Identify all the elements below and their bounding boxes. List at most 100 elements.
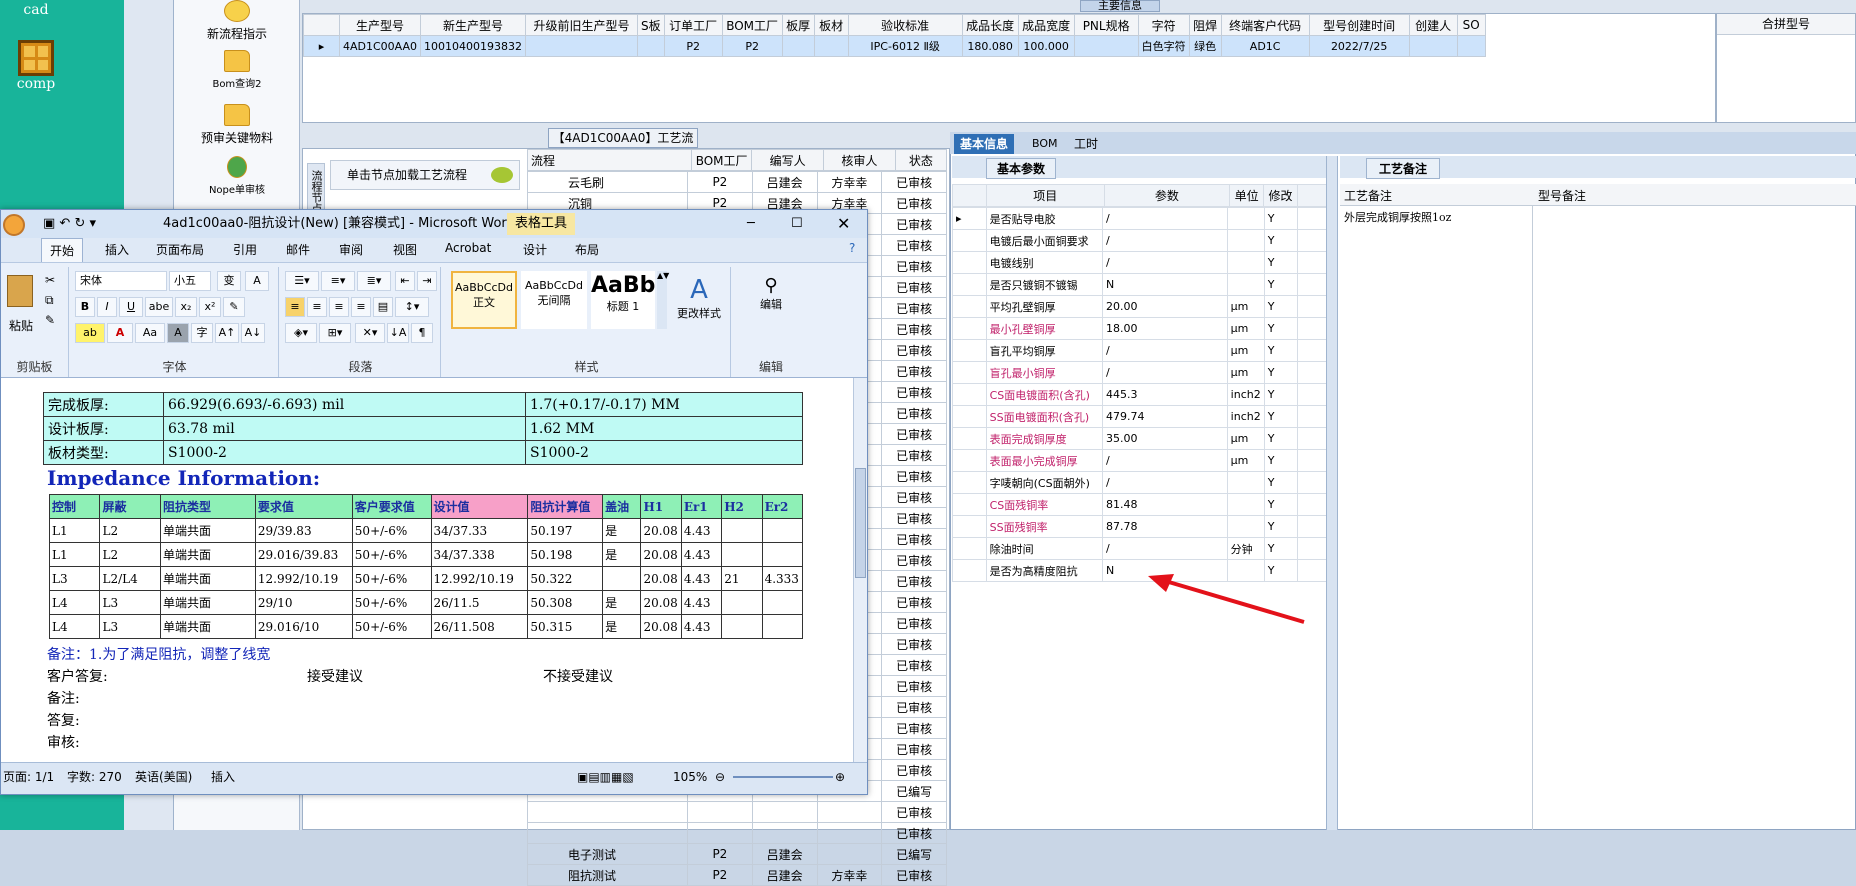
cell[interactable]: [721, 590, 763, 615]
tree-row[interactable]: 已审核: [527, 822, 947, 844]
param-mod[interactable]: Y: [1263, 339, 1299, 362]
param-value[interactable]: N: [1102, 273, 1228, 296]
col-header[interactable]: 型号创建时间: [1308, 14, 1410, 36]
cell[interactable]: P2: [687, 171, 753, 193]
col-header[interactable]: 设计值: [430, 494, 529, 519]
cell[interactable]: 绿色: [1188, 35, 1222, 57]
status-cell[interactable]: 已审核: [881, 465, 947, 487]
save-icon[interactable]: ▣ ↶ ↻ ▾: [43, 210, 96, 238]
copy-icon[interactable]: ⧉: [45, 293, 54, 308]
cell[interactable]: 1.7(+0.17/-0.17) MM: [525, 392, 803, 417]
char-border-icon[interactable]: A: [245, 271, 269, 291]
status-cell[interactable]: 已审核: [881, 486, 947, 508]
tab-home[interactable]: 开始: [41, 238, 84, 262]
superscript-icon[interactable]: x²: [199, 297, 221, 317]
cell[interactable]: 66.929(6.693/-6.693) mil: [163, 392, 526, 417]
bullets-icon[interactable]: ☰▾: [285, 271, 319, 291]
col-header[interactable]: 控制: [48, 494, 101, 519]
param-value[interactable]: /: [1102, 339, 1228, 362]
col-header[interactable]: 板材: [813, 14, 849, 36]
format-painter-icon[interactable]: ✎: [45, 313, 55, 327]
param-row[interactable]: ▸ 是否贴导电胶 / Y: [952, 207, 1328, 230]
cell[interactable]: AD1C: [1220, 35, 1310, 57]
status-cell[interactable]: 已审核: [881, 633, 947, 655]
param-mod[interactable]: Y: [1263, 471, 1299, 494]
cell[interactable]: L3: [99, 590, 162, 615]
cell[interactable]: P2: [663, 35, 723, 57]
subscript-icon[interactable]: x₂: [175, 297, 197, 317]
param-row[interactable]: CS面残铜率 81.48 Y: [952, 493, 1328, 516]
edit-button[interactable]: ⚲ 编辑: [751, 275, 791, 312]
col-header[interactable]: 终端客户代码: [1220, 14, 1310, 36]
col-header[interactable]: 验收标准: [847, 14, 963, 36]
desktop-icon-cad[interactable]: cad: [14, 2, 58, 18]
multilevel-icon[interactable]: ≣▾: [357, 271, 391, 291]
col-header[interactable]: 修改: [1263, 184, 1299, 207]
office-button-icon[interactable]: [3, 214, 25, 236]
param-row[interactable]: 电镀线别 / Y: [952, 251, 1328, 274]
param-value[interactable]: 81.48: [1102, 493, 1228, 516]
col-header[interactable]: 型号备注: [1538, 187, 1586, 204]
impedance-row[interactable]: L4 L3 单端共面 29.016/10 50+/-6% 26/11.508 50.315 是…: [48, 614, 804, 639]
cell[interactable]: [637, 35, 665, 57]
cell[interactable]: 50+/-6%: [351, 542, 432, 567]
maximize-icon[interactable]: ☐: [791, 210, 803, 238]
param-value[interactable]: 87.78: [1102, 515, 1228, 538]
cell[interactable]: 50.315: [527, 614, 604, 639]
param-row[interactable]: 平均孔壁铜厚 20.00 μm Y: [952, 295, 1328, 318]
cell[interactable]: L4: [48, 590, 101, 615]
font-size-select[interactable]: 小五: [169, 271, 211, 291]
col-header[interactable]: 单位: [1229, 184, 1265, 207]
zoom-level[interactable]: 105%: [673, 763, 707, 791]
cell[interactable]: 设计板厚:: [43, 416, 164, 441]
param-unit[interactable]: [1226, 515, 1265, 538]
cell[interactable]: [781, 35, 815, 57]
cell[interactable]: 单端共面: [160, 614, 256, 639]
param-item[interactable]: 字唛朝向(CS面朝外): [985, 471, 1104, 494]
col-header[interactable]: 成品长度: [961, 14, 1019, 36]
status-cell[interactable]: 已审核: [881, 738, 947, 760]
status-cell[interactable]: 已审核: [881, 675, 947, 697]
tab-basic-info[interactable]: 基本信息: [954, 134, 1015, 154]
param-item[interactable]: SS面电镀面积(含孔): [985, 405, 1104, 428]
param-mod[interactable]: Y: [1263, 207, 1299, 230]
cell[interactable]: S1000-2: [525, 440, 803, 465]
cell[interactable]: 26/11.5: [430, 590, 529, 615]
reject-label[interactable]: 不接受建议: [543, 666, 613, 686]
param-value[interactable]: 18.00: [1102, 317, 1228, 340]
param-row[interactable]: SS面残铜率 87.78 Y: [952, 515, 1328, 538]
status-cell[interactable]: 已审核: [881, 822, 947, 844]
change-styles-button[interactable]: A 更改样式: [671, 275, 727, 321]
col-header[interactable]: 客户要求值: [351, 494, 432, 519]
param-unit[interactable]: [1226, 207, 1265, 230]
param-row[interactable]: 盲孔最小铜厚 / μm Y: [952, 361, 1328, 384]
cell[interactable]: 50+/-6%: [351, 590, 432, 615]
col-header[interactable]: 订单工厂: [663, 14, 723, 36]
align-center-icon[interactable]: ≡: [307, 297, 327, 317]
cell[interactable]: 是: [602, 614, 642, 639]
param-value[interactable]: 20.00: [1102, 295, 1228, 318]
param-unit[interactable]: [1226, 273, 1265, 296]
help-icon[interactable]: ?: [849, 241, 855, 255]
col-header[interactable]: SO: [1456, 14, 1486, 36]
cell[interactable]: 20.08: [640, 614, 682, 639]
param-value[interactable]: /: [1102, 251, 1228, 274]
col-header[interactable]: 创建人: [1408, 14, 1458, 36]
param-mod[interactable]: Y: [1263, 383, 1299, 406]
status-cell[interactable]: 已审核: [881, 297, 947, 319]
italic-icon[interactable]: I: [97, 297, 117, 317]
status-cell[interactable]: 已审核: [881, 696, 947, 718]
cell[interactable]: [761, 542, 804, 567]
zoom-out-icon[interactable]: ⊖: [715, 763, 725, 791]
tab-table-layout[interactable]: 布局: [575, 241, 599, 258]
param-mod[interactable]: Y: [1263, 515, 1299, 538]
style-heading1[interactable]: AaBb 标题 1: [591, 271, 655, 329]
param-row[interactable]: 字唛朝向(CS面朝外) / Y: [952, 471, 1328, 494]
param-value[interactable]: /: [1102, 207, 1228, 230]
cell[interactable]: 20.08: [640, 518, 682, 543]
phonetic-icon[interactable]: 变: [217, 271, 241, 291]
cell[interactable]: 50.308: [527, 590, 604, 615]
cell[interactable]: 21: [721, 566, 763, 591]
cell[interactable]: 完成板厚:: [43, 392, 164, 417]
char-shading-icon[interactable]: A: [167, 323, 189, 343]
